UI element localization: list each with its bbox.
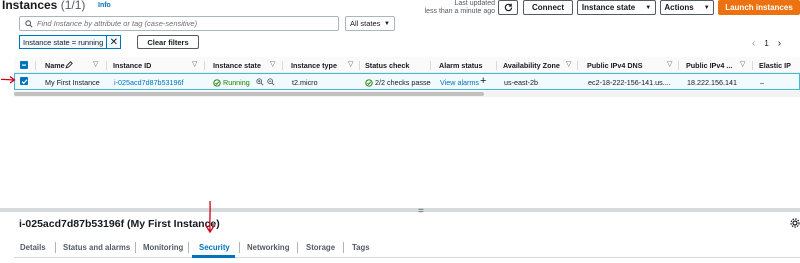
launch-instances-label: Launch instances: [725, 3, 793, 12]
cell-alarm-status[interactable]: View alarms: [440, 78, 479, 87]
cell-instance-id[interactable]: i-025acd7d87b53196f: [114, 78, 184, 87]
states-select[interactable]: All states ▼: [345, 16, 395, 31]
cell-public-dns: ec2-18-222-156-141.us....: [588, 78, 671, 87]
cell-instance-state: Running: [213, 78, 250, 87]
instance-count: (1/1): [60, 0, 86, 12]
state-label: Running: [223, 78, 250, 87]
last-updated-label: Last updated: [454, 0, 495, 7]
scrollbar-thumb[interactable]: [14, 92, 484, 96]
cell-elastic-ip: –: [760, 78, 764, 87]
filter-icon[interactable]: ▽: [270, 60, 275, 68]
search-input[interactable]: Find Instance by attribute or tag (case-…: [19, 16, 339, 31]
col-alarm-status[interactable]: Alarm status: [439, 61, 483, 70]
tab-status-and-alarms[interactable]: Status and alarms: [63, 243, 130, 252]
select-all-checkbox[interactable]: [20, 61, 28, 69]
table-row[interactable]: My First Instance i-025acd7d87b53196f Ru…: [14, 73, 800, 90]
check-circle-icon: [213, 78, 221, 87]
info-link[interactable]: Info: [98, 2, 111, 9]
tab-storage[interactable]: Storage: [306, 243, 335, 252]
row-checkbox[interactable]: [20, 77, 28, 85]
connect-button[interactable]: Connect: [523, 0, 573, 15]
plus-icon[interactable]: +: [480, 75, 486, 87]
last-updated-value: less than a minute ago: [424, 8, 495, 15]
chevron-left-icon[interactable]: ‹: [752, 38, 755, 49]
filter-icon[interactable]: ▽: [192, 60, 197, 68]
filter-icon[interactable]: ▽: [740, 60, 745, 68]
red-arrow-annotation: [0, 75, 16, 84]
connect-label: Connect: [532, 3, 564, 12]
caret-down-icon: ▼: [384, 20, 390, 27]
cell-instance-type: t2.micro: [292, 78, 318, 87]
tab-tags[interactable]: Tags: [352, 243, 370, 252]
page-number[interactable]: 1: [764, 39, 768, 48]
caret-down-icon: ▼: [703, 4, 710, 11]
search-icon: [25, 19, 33, 28]
last-updated: Last updated less than a minute ago: [420, 0, 495, 16]
clear-filters-button[interactable]: Clear filters: [137, 35, 199, 49]
instance-state-button[interactable]: Instance state ▼: [577, 0, 656, 15]
filter-icon[interactable]: ▽: [93, 60, 98, 68]
tab-monitoring[interactable]: Monitoring: [143, 243, 183, 252]
search-placeholder: Find Instance by attribute or tag (case-…: [37, 19, 198, 28]
filter-icon[interactable]: ▽: [566, 60, 571, 68]
edit-icon[interactable]: [65, 61, 73, 69]
detail-tabs: Details Status and alarms Monitoring Sec…: [14, 240, 800, 258]
launch-instances-button[interactable]: Launch instances: [718, 0, 800, 15]
filter-icon[interactable]: ▽: [348, 60, 353, 68]
col-public-ip[interactable]: Public IPv4 ...: [686, 61, 732, 70]
instance-state-label: Instance state: [581, 3, 636, 12]
col-instance-id[interactable]: Instance ID: [113, 61, 151, 70]
filter-token-label: Instance state = running: [23, 37, 104, 47]
actions-button[interactable]: Actions ▼: [660, 0, 714, 15]
cell-name: My First Instance: [45, 78, 100, 87]
red-arrow-annotation: [204, 200, 216, 234]
tab-details[interactable]: Details: [20, 243, 46, 252]
split-panel-divider[interactable]: [0, 208, 800, 212]
tab-security[interactable]: Security: [199, 243, 230, 252]
states-select-value: All states: [350, 19, 381, 28]
filter-icon[interactable]: ▽: [667, 60, 672, 68]
detail-title: i-025acd7d87b53196f (My First Instance): [19, 218, 220, 230]
close-icon[interactable]: ✕: [106, 36, 120, 48]
table-header: Name ▽ Instance ID ▽ Instance state ▽ In…: [14, 57, 800, 73]
refresh-icon: [504, 3, 512, 12]
page-title: Instances (1/1): [2, 0, 85, 12]
col-status-check[interactable]: Status check: [365, 61, 409, 70]
col-instance-state[interactable]: Instance state: [213, 61, 261, 70]
drag-handle-icon[interactable]: =: [418, 207, 424, 217]
col-elastic-ip[interactable]: Elastic IP: [759, 61, 791, 70]
col-instance-type[interactable]: Instance type: [291, 61, 337, 70]
status-check-label: 2/2 checks passed: [375, 78, 431, 87]
col-public-dns[interactable]: Public IPv4 DNS: [587, 61, 643, 70]
chevron-right-icon[interactable]: ›: [778, 38, 781, 49]
zoom-out-icon[interactable]: [267, 78, 275, 86]
horizontal-scrollbar[interactable]: [14, 91, 800, 97]
col-name[interactable]: Name: [45, 61, 65, 70]
check-circle-icon: [365, 78, 373, 87]
tab-networking[interactable]: Networking: [247, 243, 289, 252]
clear-filters-label: Clear filters: [147, 37, 189, 47]
page-title-text: Instances: [2, 0, 58, 12]
gear-icon[interactable]: [790, 218, 800, 228]
cell-status-check: 2/2 checks passed: [365, 78, 431, 87]
col-availability-zone[interactable]: Availability Zone: [503, 61, 560, 70]
pagination: ‹ 1 ›: [752, 38, 781, 49]
actions-label: Actions: [664, 3, 694, 12]
caret-down-icon: ▼: [645, 4, 652, 11]
cell-public-ip: 18.222.156.141: [687, 78, 737, 87]
zoom-in-icon[interactable]: [256, 78, 264, 86]
refresh-button[interactable]: [498, 0, 518, 15]
filter-token: Instance state = running ✕: [19, 35, 122, 49]
cell-availability-zone: us-east-2b: [504, 78, 538, 87]
active-tab-indicator: [192, 255, 235, 258]
